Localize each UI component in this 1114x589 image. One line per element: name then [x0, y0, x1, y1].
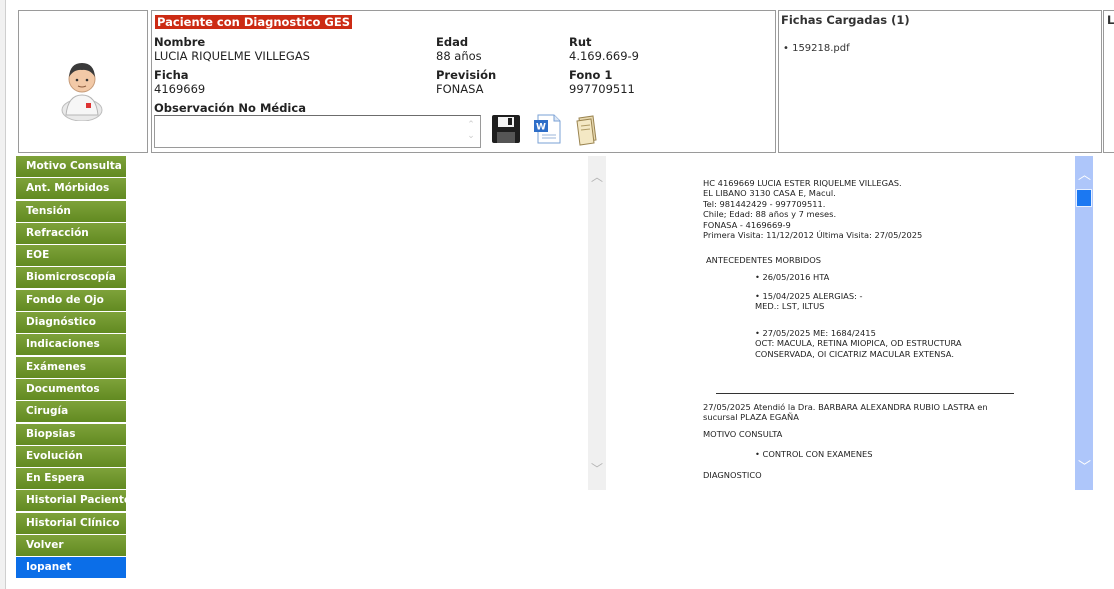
scroll-down-icon[interactable]: ﹀: [1078, 456, 1091, 475]
extra-panel-title: L: [1107, 13, 1114, 27]
diagnostico-title: DIAGNOSTICO: [703, 470, 762, 480]
record-header-line: EL LIBANO 3130 CASA E, Macul.: [703, 188, 836, 199]
nav-documentos[interactable]: Documentos: [16, 378, 126, 400]
scroll-up-icon[interactable]: ︿: [1078, 164, 1091, 183]
antecedente-item: • 27/05/2025 ME: 1684/2415: [755, 328, 876, 338]
nav-indicaciones[interactable]: Indicaciones: [16, 334, 126, 356]
record-scrollbar[interactable]: ︿ ﹀: [1075, 156, 1093, 490]
word-document-icon[interactable]: W: [530, 112, 564, 146]
nav-ant-morbidos[interactable]: Ant. Mórbidos: [16, 178, 126, 200]
nav-volver[interactable]: Volver: [16, 535, 126, 557]
scroll-up-icon[interactable]: ︿: [591, 168, 603, 185]
motivo-title: MOTIVO CONSULTA: [703, 429, 783, 439]
antecedentes-title: ANTECEDENTES MORBIDOS: [706, 255, 822, 265]
scrollbar-thumb[interactable]: [1076, 189, 1092, 207]
antecedente-item-detail: OCT: MACULA, RETINA MIOPICA, OD ESTRUCTU…: [755, 338, 962, 349]
nav-evolucion[interactable]: Evolución: [16, 445, 126, 467]
nav-iopanet[interactable]: Iopanet: [16, 557, 126, 579]
nav-refraccion[interactable]: Refracción: [16, 222, 126, 244]
ficha-file-link[interactable]: • 159218.pdf: [783, 43, 850, 54]
antecedente-item-detail: MED.: LST, ILTUS: [755, 301, 825, 311]
nombre-label: Nombre: [154, 35, 206, 49]
middle-scrollbar[interactable]: ︿ ﹀: [588, 156, 606, 490]
record-header-line: Primera Visita: 11/12/2012 Última Visita…: [703, 230, 923, 240]
patient-photo-box: [18, 10, 148, 153]
fichas-title: Fichas Cargadas (1): [781, 13, 910, 27]
observacion-label: Observación No Médica: [154, 101, 306, 115]
record-header-line: HC 4169669 LUCIA ESTER RIQUELME VILLEGAS…: [703, 178, 902, 188]
nav-biomicroscopia[interactable]: Biomicroscopía: [16, 267, 126, 289]
nav-historial-paciente[interactable]: Historial Paciente: [16, 490, 126, 512]
window-left-edge: [0, 0, 6, 589]
nav-diagnostico[interactable]: Diagnóstico: [16, 312, 126, 334]
nav-eoe[interactable]: EOE: [16, 245, 126, 267]
visit-info: 27/05/2025 Atendió la Dra. BARBARA ALEXA…: [703, 402, 988, 412]
extra-panel: L: [1103, 10, 1114, 153]
ficha-value: 4169669: [154, 82, 206, 96]
fono-label: Fono 1: [569, 68, 613, 82]
nav-tension[interactable]: Tensión: [16, 200, 126, 222]
nav-historial-clinico[interactable]: Historial Clínico: [16, 512, 126, 534]
observacion-input[interactable]: [154, 115, 481, 148]
ges-banner: Paciente con Diagnostico GES: [155, 15, 352, 29]
patient-info-box: Paciente con Diagnostico GES Nombre LUCI…: [151, 10, 776, 153]
fichas-cargadas-box: Fichas Cargadas (1) • 159218.pdf: [778, 10, 1102, 153]
rut-value: 4.169.669-9: [569, 49, 639, 63]
motivo-item: • CONTROL CON EXAMENES: [755, 449, 873, 459]
fono-value: 997709511: [569, 82, 635, 96]
edad-label: Edad: [436, 35, 469, 49]
nav-cirugia[interactable]: Cirugía: [16, 401, 126, 423]
nav-examenes[interactable]: Exámenes: [16, 356, 126, 378]
sidebar-nav: Motivo Consulta Ant. Mórbidos Tensión Re…: [16, 156, 126, 580]
edad-value: 88 años: [436, 49, 482, 63]
ficha-label: Ficha: [154, 68, 189, 82]
nav-en-espera[interactable]: En Espera: [16, 468, 126, 490]
nav-biopsias[interactable]: Biopsias: [16, 423, 126, 445]
scroll-down-icon[interactable]: ﹀: [591, 460, 603, 477]
nombre-value: LUCIA RIQUELME VILLEGAS: [154, 49, 310, 63]
rut-label: Rut: [569, 35, 592, 49]
record-header-line: Chile; Edad: 88 años y 7 meses.: [703, 209, 837, 220]
nav-fondo-de-ojo[interactable]: Fondo de Ojo: [16, 289, 126, 311]
observacion-resize-icon: ⌃ ⌄: [467, 120, 475, 141]
svg-text:W: W: [536, 123, 546, 133]
clinical-record: HC 4169669 LUCIA ESTER RIQUELME VILLEGAS…: [703, 156, 1073, 490]
antecedente-item-detail: CONSERVADA, OI CICATRIZ MACULAR EXTENSA.: [755, 348, 954, 359]
save-icon[interactable]: [489, 112, 523, 146]
prevision-label: Previsión: [436, 68, 497, 82]
record-header-line: Tel: 981442429 - 997709511.: [703, 198, 826, 209]
antecedente-item: • 26/05/2016 HTA: [755, 272, 830, 282]
doctor-avatar-icon: [61, 63, 103, 121]
visit-info: sucursal PLAZA EGAÑA: [703, 412, 799, 423]
antecedente-item: • 15/04/2025 ALERGIAS: -: [755, 291, 863, 301]
prevision-value: FONASA: [436, 82, 484, 96]
record-divider: [716, 393, 1014, 394]
nav-motivo-consulta[interactable]: Motivo Consulta: [16, 156, 126, 177]
notes-icon[interactable]: [569, 112, 603, 146]
record-header-line: FONASA - 4169669-9: [703, 219, 791, 230]
